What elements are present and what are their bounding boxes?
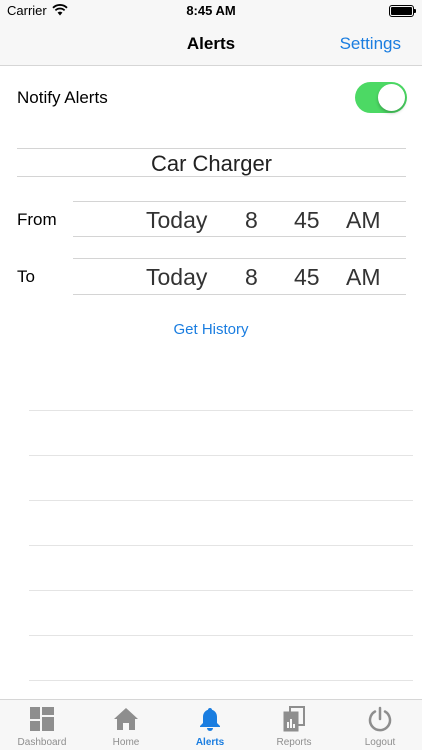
status-bar: Carrier 8:45 AM <box>0 0 422 22</box>
tab-home-label: Home <box>112 737 140 748</box>
from-picker-top-line <box>73 201 406 202</box>
tab-alerts-label: Alerts <box>195 737 225 748</box>
table-row-separator <box>29 680 413 681</box>
to-picker-top-line <box>73 258 406 259</box>
to-hour[interactable]: 8 <box>245 264 258 291</box>
from-label: From <box>17 210 57 229</box>
to-minute[interactable]: 45 <box>294 264 320 291</box>
to-day[interactable]: Today <box>146 264 207 291</box>
tab-home[interactable]: Home <box>84 700 168 750</box>
device-picker-bottom-line <box>17 176 406 177</box>
table-row-separator <box>29 635 413 636</box>
toggle-knob <box>378 84 405 111</box>
settings-button[interactable]: Settings <box>340 34 401 54</box>
dashboard-icon <box>30 707 54 731</box>
from-picker-bottom-line <box>73 236 406 237</box>
tab-reports[interactable]: Reports <box>252 700 336 750</box>
table-row-separator <box>29 590 413 591</box>
get-history-button[interactable]: Get History <box>0 321 422 338</box>
device-picker-top-line <box>17 148 406 149</box>
tab-dashboard[interactable]: Dashboard <box>0 700 84 750</box>
home-icon <box>114 708 138 730</box>
tab-alerts[interactable]: Alerts <box>168 700 252 750</box>
from-day[interactable]: Today <box>146 207 207 234</box>
from-ampm[interactable]: AM <box>346 207 381 234</box>
from-hour[interactable]: 8 <box>245 207 258 234</box>
to-ampm[interactable]: AM <box>346 264 381 291</box>
notify-alerts-toggle[interactable] <box>355 82 407 113</box>
tab-bar: Dashboard Home Alerts Reports Logout <box>0 699 422 750</box>
to-picker-bottom-line <box>73 294 406 295</box>
reports-icon <box>283 706 305 732</box>
table-row-separator <box>29 500 413 501</box>
tab-logout[interactable]: Logout <box>338 700 422 750</box>
device-picker[interactable]: Car Charger <box>17 151 406 177</box>
from-minute[interactable]: 45 <box>294 207 320 234</box>
tab-reports-label: Reports <box>276 737 312 748</box>
table-row-separator <box>29 410 413 411</box>
tab-dashboard-label: Dashboard <box>17 737 67 748</box>
tab-logout-label: Logout <box>364 737 396 748</box>
table-row-separator <box>29 545 413 546</box>
notify-alerts-label: Notify Alerts <box>17 88 108 107</box>
to-label: To <box>17 267 35 286</box>
power-icon <box>368 706 392 732</box>
battery-icon <box>389 5 416 17</box>
nav-bar: Alerts Settings <box>0 22 422 66</box>
status-time: 8:45 AM <box>186 3 236 18</box>
table-row-separator <box>29 455 413 456</box>
bell-icon <box>200 708 220 731</box>
